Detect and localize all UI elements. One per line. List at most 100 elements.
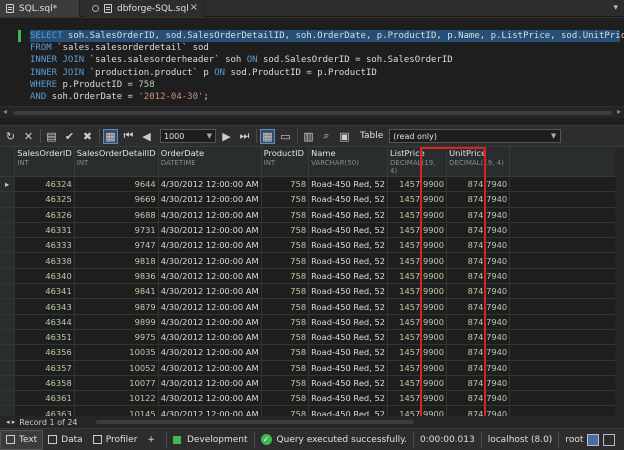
grid-cell[interactable]: 4/30/2012 12:00:00 AM bbox=[158, 344, 262, 361]
refresh-icon[interactable]: ↻ bbox=[3, 129, 18, 144]
grid-cell[interactable]: 9669 bbox=[74, 191, 159, 208]
grid-cell[interactable]: 46331 bbox=[14, 222, 75, 239]
grid-cell[interactable]: 758 bbox=[261, 344, 310, 361]
grid-cell[interactable]: Road-450 Red, 52 bbox=[308, 298, 389, 315]
grid-cell[interactable]: 10052 bbox=[74, 360, 159, 376]
grid-cell[interactable]: 1457.9900 bbox=[387, 176, 448, 193]
table-row[interactable]: 46361 10122 4/30/2012 12:00:00 AM 758 Road-4… bbox=[0, 390, 624, 407]
grid-cell[interactable]: 4/30/2012 12:00:00 AM bbox=[158, 222, 262, 239]
grid-cell[interactable]: 10035 bbox=[74, 344, 159, 361]
grid-cell[interactable]: 46356 bbox=[14, 344, 75, 361]
page-size-select[interactable]: 1000 ▼ bbox=[160, 129, 216, 143]
editor-horizontal-scrollbar[interactable]: ◂ ▸ bbox=[0, 106, 624, 118]
grid-cell[interactable]: 758 bbox=[261, 191, 310, 208]
grid-cell[interactable]: Road-450 Red, 52 bbox=[308, 283, 389, 300]
grid-cell[interactable]: 1457.9900 bbox=[387, 390, 448, 407]
grid-cell[interactable]: 874.7940 bbox=[446, 191, 511, 208]
grid-cell[interactable]: 1457.9900 bbox=[387, 191, 448, 208]
grid-cell[interactable]: 758 bbox=[261, 314, 310, 330]
row-header-corner[interactable] bbox=[0, 147, 16, 177]
grid-cell[interactable]: Road-450 Red, 52 bbox=[308, 191, 389, 208]
edit-data-icon[interactable]: ▤ bbox=[44, 129, 59, 144]
tab-text[interactable]: Text bbox=[0, 429, 44, 450]
grid-cell[interactable]: 46351 bbox=[14, 329, 75, 346]
grid-cell[interactable]: 874.7940 bbox=[446, 237, 511, 254]
grid-cell[interactable]: 1457.9900 bbox=[387, 298, 448, 315]
grid-horizontal-scrollbar[interactable] bbox=[96, 420, 414, 424]
tab-dbforge-sql[interactable]: dbforge-SQL.sql × bbox=[86, 0, 204, 17]
column-header[interactable]: SalesOrderDetailID INT bbox=[74, 147, 159, 177]
grid-cell[interactable]: 874.7940 bbox=[446, 176, 511, 193]
column-header[interactable]: SalesOrderID INT bbox=[14, 147, 75, 177]
card-view-icon[interactable]: ▭ bbox=[278, 129, 293, 144]
row-header[interactable] bbox=[0, 222, 16, 239]
chevron-down-icon[interactable]: ▾ bbox=[613, 3, 618, 13]
column-header[interactable]: ListPrice DECIMAL(19, 4) bbox=[387, 147, 448, 177]
table-row[interactable]: 46341 9841 4/30/2012 12:00:00 AM 758 Road-45… bbox=[0, 283, 624, 300]
grid-cell[interactable]: 1457.9900 bbox=[387, 344, 448, 361]
previous-page-icon[interactable]: ◀ bbox=[139, 129, 154, 144]
grid-cell[interactable]: 1457.9900 bbox=[387, 375, 448, 392]
row-header[interactable] bbox=[0, 283, 16, 300]
tab-profiler[interactable]: Profiler bbox=[88, 430, 143, 450]
grid-cell[interactable]: Road-450 Red, 52 bbox=[308, 405, 389, 416]
grid-cell[interactable]: 758 bbox=[261, 390, 310, 407]
grid-cell[interactable]: 46343 bbox=[14, 298, 75, 315]
next-page-icon[interactable]: ▶ bbox=[219, 129, 234, 144]
grid-cell[interactable]: Road-450 Red, 52 bbox=[308, 344, 389, 361]
table-row[interactable]: 46356 10035 4/30/2012 12:00:00 AM 758 Road-4… bbox=[0, 344, 624, 361]
row-header[interactable] bbox=[0, 405, 16, 416]
panel-toggle-icon[interactable] bbox=[603, 433, 616, 446]
grid-cell[interactable]: 874.7940 bbox=[446, 344, 511, 361]
grid-cell[interactable]: Road-450 Red, 52 bbox=[308, 360, 389, 376]
grid-cell[interactable]: 9975 bbox=[74, 329, 159, 346]
grid-cell[interactable]: 874.7940 bbox=[446, 405, 511, 416]
grid-cell[interactable]: 1457.9900 bbox=[387, 360, 448, 376]
grid-cell[interactable]: 758 bbox=[261, 207, 310, 223]
grid-cell[interactable]: 9731 bbox=[74, 222, 159, 239]
table-select[interactable]: (read only) ▼ bbox=[389, 129, 562, 143]
grid-cell[interactable]: 874.7940 bbox=[446, 283, 511, 300]
grid-cell[interactable]: 1457.9900 bbox=[387, 237, 448, 254]
tab-sql-file[interactable]: SQL.sql* bbox=[0, 0, 80, 17]
grid-cell[interactable]: 4/30/2012 12:00:00 AM bbox=[158, 314, 262, 330]
grid-cell[interactable]: Road-450 Red, 52 bbox=[308, 237, 389, 254]
grid-cell[interactable]: Road-450 Red, 52 bbox=[308, 314, 389, 330]
grid-cell[interactable]: 9818 bbox=[74, 252, 159, 269]
grid-cell[interactable]: 46333 bbox=[14, 237, 75, 254]
grid-cell[interactable]: 758 bbox=[261, 405, 310, 416]
sql-editor[interactable]: SELECT soh.SalesOrderID, sod.SalesOrderD… bbox=[0, 17, 624, 120]
grid-cell[interactable]: 9688 bbox=[74, 207, 159, 223]
row-header[interactable] bbox=[0, 375, 16, 392]
column-header[interactable]: OrderDate DATETIME bbox=[158, 147, 262, 177]
row-header[interactable] bbox=[0, 298, 16, 315]
last-page-icon[interactable]: ⏭ bbox=[237, 129, 252, 144]
grid-cell[interactable]: 1457.9900 bbox=[387, 207, 448, 223]
grid-cell[interactable]: 9644 bbox=[74, 176, 159, 193]
grid-cell[interactable]: 1457.9900 bbox=[387, 252, 448, 269]
grid-cell[interactable]: 4/30/2012 12:00:00 AM bbox=[158, 283, 262, 300]
grid-cell[interactable]: 9841 bbox=[74, 283, 159, 300]
grid-cell[interactable]: 874.7940 bbox=[446, 268, 511, 285]
grid-cell[interactable]: 758 bbox=[261, 375, 310, 392]
row-header[interactable] bbox=[0, 237, 16, 254]
grid-cell[interactable]: 874.7940 bbox=[446, 390, 511, 407]
grid-settings-icon[interactable]: ▥ bbox=[301, 129, 316, 144]
grid-cell[interactable]: 758 bbox=[261, 298, 310, 315]
grid-cell[interactable]: 46344 bbox=[14, 314, 75, 330]
cancel-icon[interactable]: ✕ bbox=[21, 129, 36, 144]
table-row[interactable]: 46363 10145 4/30/2012 12:00:00 AM 758 Road-4… bbox=[0, 405, 624, 416]
grid-view-icon[interactable]: ▦ bbox=[103, 128, 118, 144]
table-row[interactable]: 46357 10052 4/30/2012 12:00:00 AM 758 Road-4… bbox=[0, 360, 624, 376]
first-page-icon[interactable]: ⏮ bbox=[121, 129, 136, 144]
grid-cell[interactable]: 46325 bbox=[14, 191, 75, 208]
grid-cell[interactable]: 4/30/2012 12:00:00 AM bbox=[158, 390, 262, 407]
grid-cell[interactable]: 1457.9900 bbox=[387, 329, 448, 346]
grid-cell[interactable]: 46341 bbox=[14, 283, 75, 300]
grid-cell[interactable]: Road-450 Red, 52 bbox=[308, 207, 389, 223]
grid-cell[interactable]: 1457.9900 bbox=[387, 268, 448, 285]
table-row[interactable]: 46344 9899 4/30/2012 12:00:00 AM 758 Road-45… bbox=[0, 314, 624, 330]
tab-data[interactable]: Data bbox=[43, 430, 88, 450]
column-header[interactable]: Name VARCHAR(50) bbox=[308, 147, 389, 177]
grid-cell[interactable]: 1457.9900 bbox=[387, 314, 448, 330]
